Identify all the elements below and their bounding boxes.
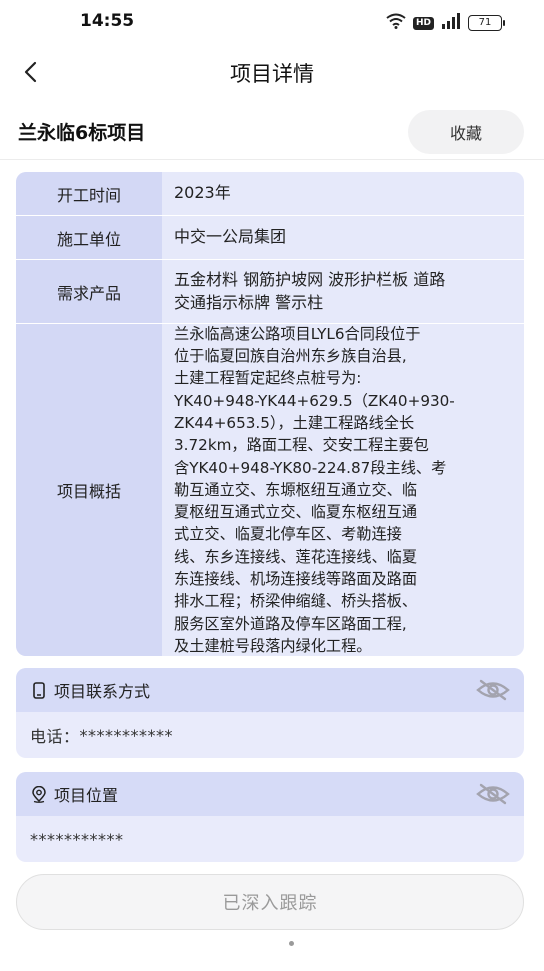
overview-line: 式立交、临夏北停车区、考勒连接 <box>174 525 402 544</box>
favorite-button[interactable]: 收藏 <box>408 110 524 154</box>
status-icons: HD 71 <box>386 13 505 33</box>
overview-line: 及土建桩号段落内绿化工程。 <box>174 636 372 655</box>
location-card-body: *********** <box>16 816 524 862</box>
overview-line: 线、东乡连接线、莲花连接线、临夏 <box>174 547 417 566</box>
toggle-visibility-button[interactable] <box>474 780 512 808</box>
info-label: 项目概括 <box>16 324 162 656</box>
location-card-title: 项目位置 <box>54 786 119 805</box>
phone-label: 电话： <box>30 727 80 746</box>
info-label: 施工单位 <box>16 216 162 259</box>
info-row-start-time: 开工时间 2023年 <box>16 172 524 216</box>
location-card-header: 项目位置 <box>16 772 524 816</box>
info-label: 开工时间 <box>16 172 162 215</box>
info-value: 中交一公局集团 <box>174 227 287 247</box>
status-bar: 14:55 HD 71 <box>0 0 544 44</box>
info-value: 2023年 <box>174 183 231 203</box>
overview-line: 3.72km，路面工程、交安工程主要包 <box>174 436 429 455</box>
info-row-builder: 施工单位 中交一公局集团 <box>16 216 524 260</box>
location-value: *********** <box>30 829 124 849</box>
nav-bar: 项目详情 <box>0 48 544 96</box>
eye-off-icon <box>476 679 510 701</box>
signal-icon <box>441 13 461 33</box>
eye-off-icon <box>476 783 510 805</box>
overview-line: 东连接线、机场连接线等路面及路面 <box>174 570 417 589</box>
overview-line: 夏枢纽互通式立交、临夏东枢纽互通 <box>174 503 417 522</box>
overview-line: 排水工程；桥梁伸缩缝、桥头搭板、 <box>174 592 417 611</box>
info-row-overview: 项目概括 兰永临高速公路项目LYL6合同段位于 位于临夏回族自治州东乡族自治县,… <box>16 324 524 656</box>
info-value-line: 五金材料 钢筋护坡网 波形护栏板 道路 <box>174 270 446 290</box>
info-value: 兰永临高速公路项目LYL6合同段位于 位于临夏回族自治州东乡族自治县, 土建工程… <box>162 324 524 656</box>
toggle-visibility-button[interactable] <box>474 676 512 704</box>
contact-card-header: 项目联系方式 <box>16 668 524 712</box>
overview-line: YK40+948-YK44+629.5（ZK40+930- <box>174 391 455 410</box>
overview-line: 位于临夏回族自治州东乡族自治县, <box>174 347 407 366</box>
contact-card-title: 项目联系方式 <box>54 682 151 701</box>
phone-icon <box>30 681 48 699</box>
phone-value: *********** <box>79 725 174 745</box>
overview-line: 土建工程暂定起终点桩号为: <box>174 369 362 388</box>
overview-line: ZK44+653.5），土建工程路线全长 <box>174 413 415 432</box>
home-indicator <box>289 941 294 946</box>
track-button[interactable]: 已深入跟踪 <box>16 874 524 930</box>
info-value: 五金材料 钢筋护坡网 波形护栏板 道路 交通指示标牌 警示柱 <box>162 260 524 323</box>
page-title: 项目详情 <box>230 62 314 86</box>
wifi-icon <box>386 13 406 33</box>
info-label: 需求产品 <box>16 260 162 323</box>
contact-card-body: 电话： *********** <box>16 712 524 758</box>
battery-icon: 71 <box>468 15 505 31</box>
status-time: 14:55 <box>80 11 135 31</box>
overview-line: 勒互通立交、东塬枢纽互通立交、临 <box>174 480 417 499</box>
info-row-products: 需求产品 五金材料 钢筋护坡网 波形护栏板 道路 交通指示标牌 警示柱 <box>16 260 524 324</box>
overview-line: 含YK40+948-YK80-224.87段主线、考 <box>174 458 447 477</box>
info-value-line: 交通指示标牌 警示柱 <box>174 292 324 312</box>
contact-card: 项目联系方式 电话： *********** <box>16 668 524 758</box>
project-header: 兰永临6标项目 收藏 <box>0 104 544 160</box>
project-info-table: 开工时间 2023年 施工单位 中交一公局集团 需求产品 五金材料 钢筋护坡网 … <box>16 172 524 656</box>
hd-icon: HD <box>412 16 434 30</box>
overview-line: 兰永临高速公路项目LYL6合同段位于 <box>174 324 421 343</box>
project-name: 兰永临6标项目 <box>18 122 146 144</box>
overview-line: 服务区室外道路及停车区路面工程, <box>174 614 407 633</box>
location-pin-icon <box>30 785 48 803</box>
location-card: 项目位置 *********** <box>16 772 524 862</box>
